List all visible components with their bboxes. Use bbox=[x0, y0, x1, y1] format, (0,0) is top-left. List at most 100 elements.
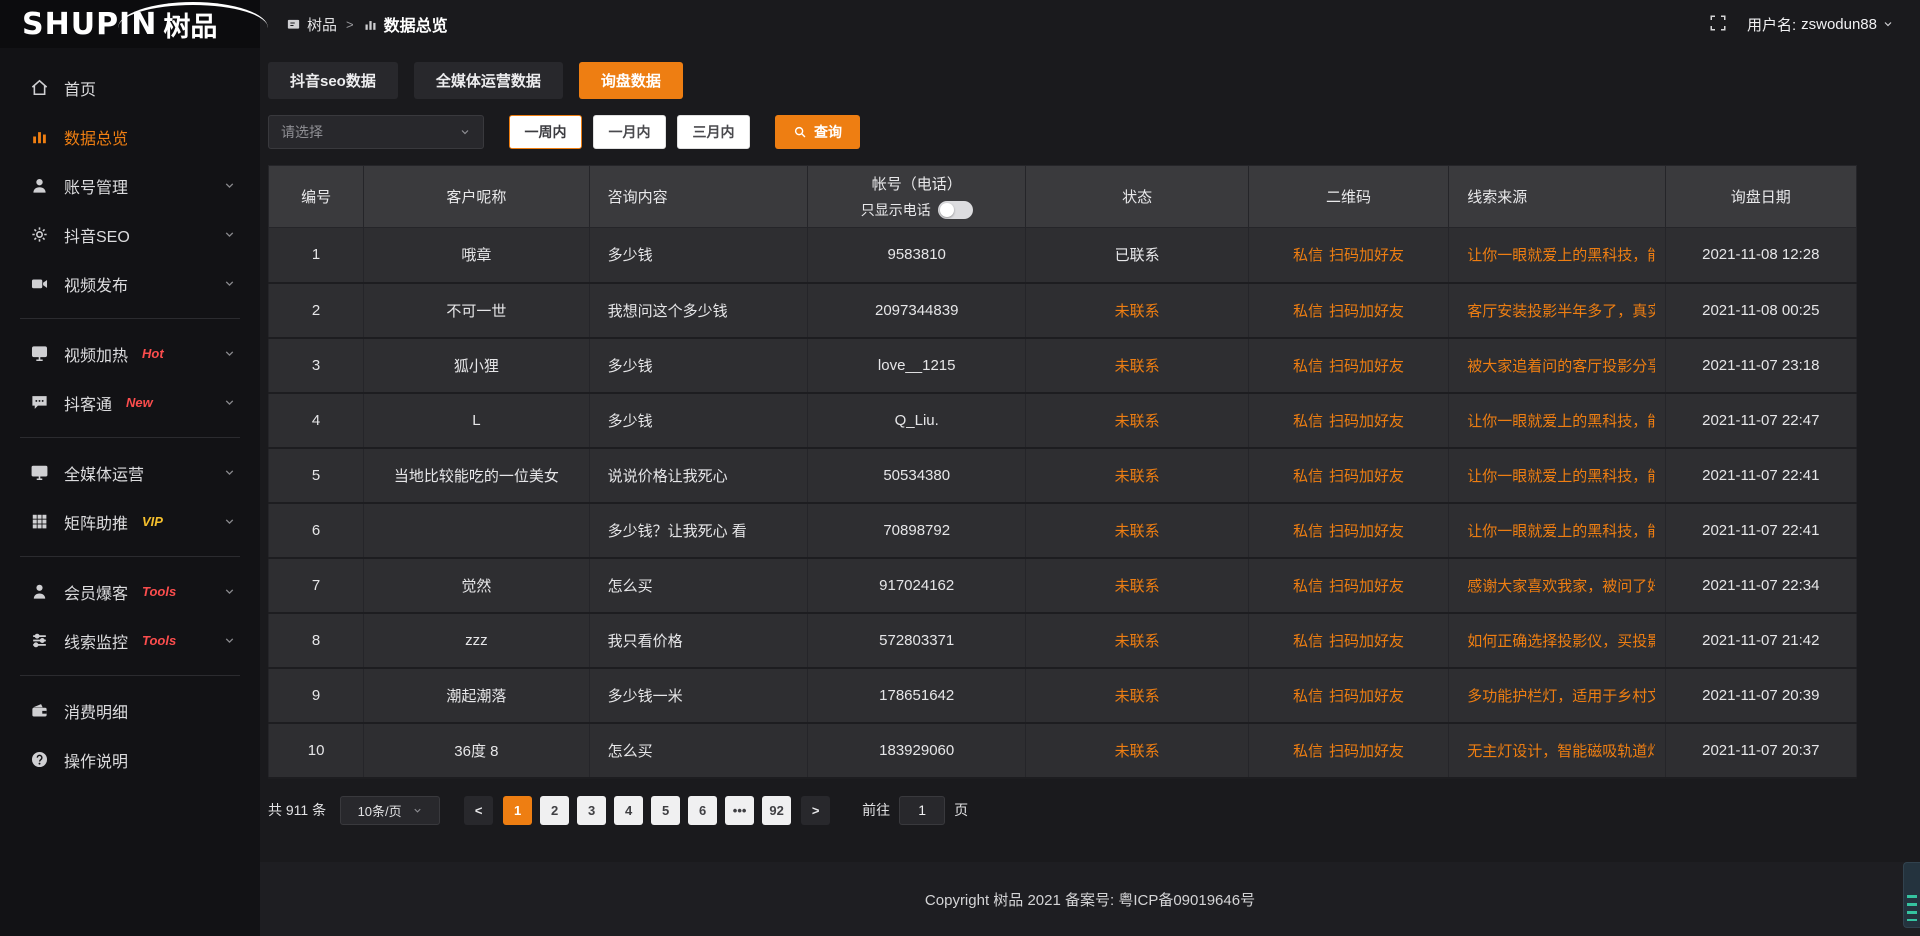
dm-link[interactable]: 私信 bbox=[1293, 358, 1323, 375]
scan-add-friend-link[interactable]: 扫码加好友 bbox=[1329, 358, 1404, 375]
filter-select[interactable]: 请选择 bbox=[268, 115, 484, 149]
help-icon bbox=[30, 750, 49, 769]
chart-icon bbox=[30, 127, 49, 146]
dm-link[interactable]: 私信 bbox=[1293, 688, 1323, 705]
scan-add-friend-link[interactable]: 扫码加好友 bbox=[1329, 413, 1404, 430]
chat-icon bbox=[30, 393, 49, 412]
lead-source-link[interactable]: 让你一眼就爱上的黑科技，能… bbox=[1467, 410, 1654, 431]
column-header-account: 帐号（电话）只显示电话 bbox=[808, 166, 1026, 228]
goto-page-input[interactable] bbox=[899, 796, 945, 825]
search-button[interactable]: 查询 bbox=[775, 115, 860, 149]
tab-omni-media-data[interactable]: 全媒体运营数据 bbox=[414, 62, 563, 99]
page-button-6[interactable]: 6 bbox=[688, 796, 717, 825]
scan-add-friend-link[interactable]: 扫码加好友 bbox=[1329, 468, 1404, 485]
breadcrumb-item[interactable]: 树品 bbox=[286, 14, 337, 35]
tab-inquiry-data[interactable]: 询盘数据 bbox=[579, 62, 683, 99]
cell-nickname: L bbox=[364, 393, 589, 448]
cell-status: 未联系 bbox=[1026, 558, 1248, 613]
lead-source-link[interactable]: 如何正确选择投影仪，买投影… bbox=[1467, 630, 1654, 651]
column-header-date: 询盘日期 bbox=[1665, 166, 1856, 228]
lead-source-link[interactable]: 多功能护栏灯，适用于乡村文… bbox=[1467, 685, 1654, 706]
sidebar-item-leads-monitor[interactable]: 线索监控Tools bbox=[0, 616, 260, 665]
dm-link[interactable]: 私信 bbox=[1293, 523, 1323, 540]
sidebar-item-account-management[interactable]: 账号管理 bbox=[0, 161, 260, 210]
page-button-1[interactable]: 1 bbox=[503, 796, 532, 825]
period-button-0[interactable]: 一周内 bbox=[509, 115, 582, 149]
dm-link[interactable]: 私信 bbox=[1293, 578, 1323, 595]
scan-add-friend-link[interactable]: 扫码加好友 bbox=[1329, 247, 1404, 264]
lead-source-link[interactable]: 无主灯设计，智能磁吸轨道灯… bbox=[1467, 740, 1654, 761]
prev-page-button[interactable]: < bbox=[464, 796, 493, 825]
sidebar-item-video-publish[interactable]: 视频发布 bbox=[0, 259, 260, 308]
status-badge: 未联系 bbox=[1115, 633, 1160, 650]
page-button-3[interactable]: 3 bbox=[577, 796, 606, 825]
sidebar-item-badge: Tools bbox=[142, 584, 176, 599]
chat-widget[interactable] bbox=[1903, 862, 1920, 928]
cell-source: 让你一眼就爱上的黑科技，能… bbox=[1449, 393, 1665, 448]
dm-link[interactable]: 私信 bbox=[1293, 468, 1323, 485]
page-button-92[interactable]: 92 bbox=[762, 796, 791, 825]
cell-status: 未联系 bbox=[1026, 723, 1248, 778]
tab-douyin-seo-data[interactable]: 抖音seo数据 bbox=[268, 62, 398, 99]
sidebar-item-member-burst[interactable]: 会员爆客Tools bbox=[0, 567, 260, 616]
cell-date: 2021-11-07 20:37 bbox=[1665, 723, 1856, 778]
dm-link[interactable]: 私信 bbox=[1293, 743, 1323, 760]
pagination: 共 911 条 10条/页 < 123456•••92 > 前往 页 bbox=[268, 796, 1857, 825]
screen-icon bbox=[30, 463, 49, 482]
breadcrumb-item[interactable]: 数据总览 bbox=[363, 12, 448, 36]
cell-date: 2021-11-07 20:39 bbox=[1665, 668, 1856, 723]
lead-source-link[interactable]: 让你一眼就爱上的黑科技，能… bbox=[1467, 244, 1654, 265]
sidebar-item-home[interactable]: 首页 bbox=[0, 63, 260, 112]
cell-qr: 私信扫码加好友 bbox=[1248, 283, 1448, 338]
sidebar-item-label: 抖音SEO bbox=[64, 223, 130, 247]
sidebar-item-data-overview[interactable]: 数据总览 bbox=[0, 112, 260, 161]
breadcrumb-label: 树品 bbox=[307, 14, 337, 35]
cell-account: love__1215 bbox=[808, 338, 1026, 393]
sidebar-item-douketong[interactable]: 抖客通New bbox=[0, 378, 260, 427]
dm-link[interactable]: 私信 bbox=[1293, 247, 1323, 264]
cell-date: 2021-11-07 21:42 bbox=[1665, 613, 1856, 668]
fullscreen-icon[interactable] bbox=[1709, 14, 1729, 34]
phone-only-toggle-label: 只显示电话 bbox=[861, 200, 931, 220]
page-number-buttons: 123456 ••• 92 bbox=[503, 796, 791, 825]
cell-id: 1 bbox=[269, 228, 364, 283]
scan-add-friend-link[interactable]: 扫码加好友 bbox=[1329, 688, 1404, 705]
search-button-label: 查询 bbox=[814, 122, 842, 142]
lead-source-link[interactable]: 被大家追着问的客厅投影分享… bbox=[1467, 355, 1654, 376]
page-ellipsis-button[interactable]: ••• bbox=[725, 796, 754, 825]
sidebar-item-douyin-seo[interactable]: 抖音SEO bbox=[0, 210, 260, 259]
period-button-2[interactable]: 三月内 bbox=[677, 115, 750, 149]
next-page-button[interactable]: > bbox=[801, 796, 830, 825]
cell-qr: 私信扫码加好友 bbox=[1248, 723, 1448, 778]
page-button-2[interactable]: 2 bbox=[540, 796, 569, 825]
page-button-4[interactable]: 4 bbox=[614, 796, 643, 825]
lead-source-link[interactable]: 让你一眼就爱上的黑科技，能… bbox=[1467, 465, 1654, 486]
period-button-1[interactable]: 一月内 bbox=[593, 115, 666, 149]
user-menu[interactable]: 用户名: zswodun88 bbox=[1747, 14, 1894, 35]
phone-only-toggle[interactable] bbox=[938, 201, 973, 219]
sidebar-item-omni-media[interactable]: 全媒体运营 bbox=[0, 448, 260, 497]
camera-icon bbox=[30, 274, 49, 293]
scan-add-friend-link[interactable]: 扫码加好友 bbox=[1329, 743, 1404, 760]
inquiry-table: 编号客户呢称咨询内容帐号（电话）只显示电话状态二维码线索来源询盘日期 1哦章多少… bbox=[268, 165, 1857, 779]
dm-link[interactable]: 私信 bbox=[1293, 633, 1323, 650]
lead-source-link[interactable]: 客厅安装投影半年多了，真实… bbox=[1467, 300, 1654, 321]
scan-add-friend-link[interactable]: 扫码加好友 bbox=[1329, 303, 1404, 320]
lead-source-link[interactable]: 让你一眼就爱上的黑科技，能… bbox=[1467, 520, 1654, 541]
scan-add-friend-link[interactable]: 扫码加好友 bbox=[1329, 633, 1404, 650]
dm-link[interactable]: 私信 bbox=[1293, 413, 1323, 430]
page-button-5[interactable]: 5 bbox=[651, 796, 680, 825]
scan-add-friend-link[interactable]: 扫码加好友 bbox=[1329, 523, 1404, 540]
cell-account: 2097344839 bbox=[808, 283, 1026, 338]
cell-nickname: 当地比较能吃的一位美女 bbox=[364, 448, 589, 503]
sidebar-item-instructions[interactable]: 操作说明 bbox=[0, 735, 260, 784]
scan-add-friend-link[interactable]: 扫码加好友 bbox=[1329, 578, 1404, 595]
sidebar-item-expense-detail[interactable]: 消费明细 bbox=[0, 686, 260, 735]
sidebar-item-matrix-boost[interactable]: 矩阵助推VIP bbox=[0, 497, 260, 546]
dm-link[interactable]: 私信 bbox=[1293, 303, 1323, 320]
logo[interactable]: SHUPIN 树品 bbox=[0, 0, 260, 48]
lead-source-link[interactable]: 感谢大家喜欢我家，被问了好… bbox=[1467, 575, 1654, 596]
sidebar-item-video-heating[interactable]: 视频加热Hot bbox=[0, 329, 260, 378]
sidebar-item-label: 线索监控 bbox=[64, 629, 128, 653]
page-size-select[interactable]: 10条/页 bbox=[340, 796, 440, 825]
